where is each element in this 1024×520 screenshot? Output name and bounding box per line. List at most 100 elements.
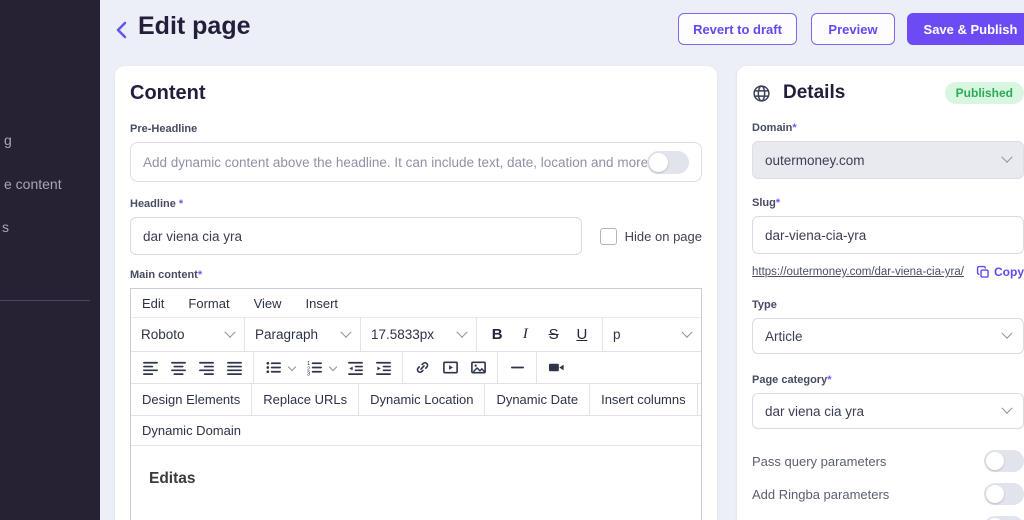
headline-label-text: Headline: [130, 198, 179, 210]
menu-view[interactable]: View: [254, 296, 282, 311]
required-asterisk: *: [827, 374, 832, 386]
pre-headline-label: Pre-Headline: [130, 123, 198, 135]
sidebar-item-1[interactable]: g: [4, 132, 12, 148]
slug-label: Slug*: [752, 197, 1024, 209]
align-left-icon[interactable]: [138, 355, 162, 381]
menu-insert[interactable]: Insert: [306, 296, 339, 311]
page-category-select[interactable]: dar viena cia yra: [752, 393, 1024, 429]
add-ringba-parameters-label: Add Ringba parameters: [752, 486, 890, 502]
sidebar-item-3[interactable]: s: [2, 219, 9, 235]
page-url-row: https://outermoney.com/dar-viena-cia-yra…: [752, 265, 1024, 279]
editor-menubar: Edit Format View Insert: [131, 289, 701, 318]
editor-toolbar-row1: Roboto Paragraph 17.5833px B I S U p: [131, 318, 701, 352]
paragraph-style-select[interactable]: Paragraph: [245, 318, 361, 351]
toggle-knob: [649, 152, 668, 172]
globe-icon: [752, 84, 771, 103]
rich-text-editor: Edit Format View Insert Roboto Paragraph…: [130, 288, 702, 520]
align-right-icon[interactable]: [194, 355, 218, 381]
font-size-select[interactable]: 17.5833px: [361, 318, 477, 351]
pre-headline-toggle[interactable]: [647, 150, 689, 174]
pre-headline-input[interactable]: [143, 154, 647, 170]
hr-group: [498, 352, 537, 383]
content-panel: Content Pre-Headline Headline * Hide on …: [115, 66, 717, 520]
type-label: Type: [752, 299, 777, 311]
sidebar: g e content s: [0, 0, 100, 520]
insert-group: [403, 352, 498, 383]
chevron-down-icon: [224, 326, 236, 338]
align-justify-icon[interactable]: [222, 355, 246, 381]
video-camera-icon[interactable]: [544, 355, 568, 381]
strikethrough-button[interactable]: S: [543, 326, 565, 343]
insert-columns-button[interactable]: Insert columns: [590, 384, 698, 415]
video-group: [537, 352, 575, 383]
numbered-list-icon[interactable]: 123: [302, 355, 326, 381]
delayed-image-loading-toggle[interactable]: [984, 516, 1024, 520]
chevron-down-icon: [1001, 402, 1013, 414]
required-asterisk: *: [775, 197, 781, 209]
type-select[interactable]: Article: [752, 318, 1024, 354]
sidebar-item-2[interactable]: e content: [4, 176, 62, 192]
dynamic-domain-button[interactable]: Dynamic Domain: [131, 416, 252, 445]
chevron-down-icon: [681, 326, 693, 338]
slug-label-text: Slug: [752, 197, 776, 209]
element-path-value: p: [613, 327, 621, 342]
editor-body[interactable]: Editas: [131, 446, 701, 520]
headline-input[interactable]: [130, 217, 582, 255]
page-category-label: Page category*: [752, 374, 1024, 386]
add-ringba-parameters-toggle[interactable]: [984, 483, 1024, 505]
media-embed-icon[interactable]: [438, 355, 462, 381]
pass-query-parameters-label: Pass query parameters: [752, 453, 887, 469]
save-publish-button[interactable]: Save & Publish: [907, 13, 1024, 45]
design-elements-button[interactable]: Design Elements: [131, 384, 253, 415]
sidebar-divider: [0, 300, 90, 301]
domain-label-text: Domain: [752, 122, 793, 134]
editor-custom-buttons-row2: Dynamic Domain: [131, 416, 701, 446]
page-category-label-text: Page category: [752, 374, 828, 386]
bold-button[interactable]: B: [486, 326, 508, 343]
italic-button[interactable]: I: [514, 326, 536, 343]
menu-edit[interactable]: Edit: [142, 296, 164, 311]
image-icon[interactable]: [466, 355, 490, 381]
hide-on-page-label: Hide on page: [624, 228, 702, 244]
bullet-list-icon[interactable]: [261, 355, 285, 381]
align-group: [131, 352, 254, 383]
status-badge: Published: [944, 82, 1024, 104]
menu-format[interactable]: Format: [188, 296, 229, 311]
hide-on-page-checkbox[interactable]: [599, 227, 617, 245]
copy-url-button[interactable]: Copy: [976, 265, 1024, 279]
chevron-down-icon: [456, 326, 468, 338]
type-value: Article: [765, 328, 803, 344]
dynamic-location-button[interactable]: Dynamic Location: [359, 384, 486, 415]
main-content-label-text: Main content: [130, 269, 198, 281]
pass-query-parameters-row: Pass query parameters: [752, 450, 1024, 472]
slug-input[interactable]: [752, 216, 1024, 254]
indent-icon[interactable]: [371, 355, 395, 381]
align-center-icon[interactable]: [166, 355, 190, 381]
horizontal-rule-icon[interactable]: [505, 355, 529, 381]
add-ringba-parameters-row: Add Ringba parameters: [752, 483, 1024, 505]
chevron-down-icon: [340, 326, 352, 338]
underline-button[interactable]: U: [571, 326, 593, 343]
domain-label: Domain*: [752, 122, 1024, 134]
domain-value: outermoney.com: [765, 152, 865, 168]
domain-select[interactable]: outermoney.com: [752, 141, 1024, 179]
pre-headline-field: [130, 142, 702, 182]
pass-query-parameters-toggle[interactable]: [984, 450, 1024, 472]
element-path-select[interactable]: p: [603, 318, 701, 351]
bullet-list-chevron-icon[interactable]: [287, 362, 297, 371]
back-chevron-icon[interactable]: [114, 20, 130, 40]
page-url-link[interactable]: https://outermoney.com/dar-viena-cia-yra…: [752, 266, 964, 278]
headline-label: Headline *: [130, 198, 702, 210]
preview-button[interactable]: Preview: [811, 13, 895, 45]
chevron-down-icon: [1001, 151, 1013, 163]
replace-urls-button[interactable]: Replace URLs: [252, 384, 360, 415]
toggle-knob: [986, 452, 1004, 470]
outdent-icon[interactable]: [343, 355, 367, 381]
revert-to-draft-button[interactable]: Revert to draft: [678, 13, 797, 45]
dynamic-date-button[interactable]: Dynamic Date: [485, 384, 591, 415]
font-family-select[interactable]: Roboto: [131, 318, 245, 351]
link-icon[interactable]: [410, 355, 434, 381]
numbered-list-chevron-icon[interactable]: [328, 362, 338, 371]
editor-custom-buttons-row: Design Elements Replace URLs Dynamic Loc…: [131, 384, 701, 416]
editor-toolbar-row2: 123: [131, 352, 701, 384]
